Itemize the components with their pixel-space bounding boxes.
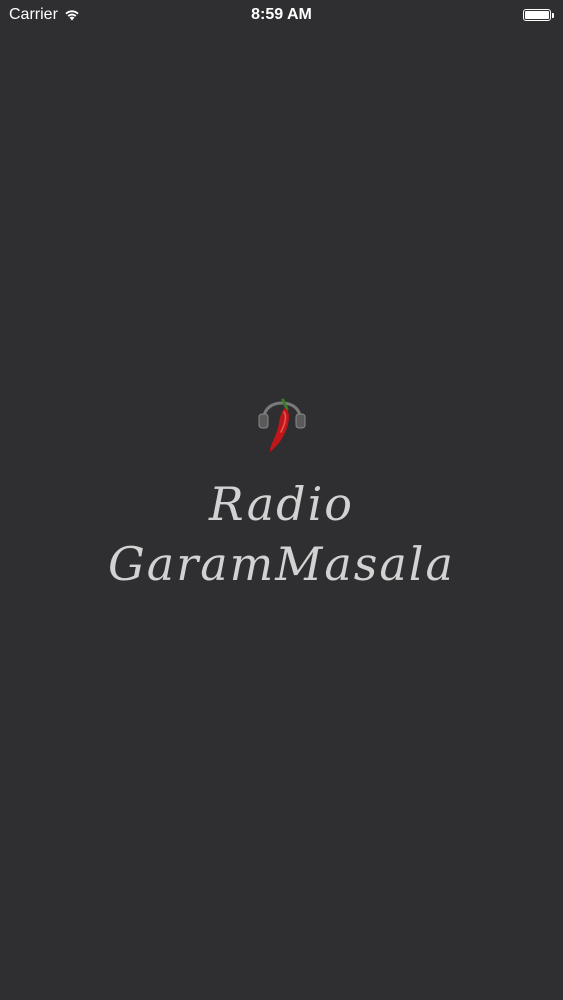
app-title-line2: GaramMasala bbox=[108, 537, 455, 591]
status-bar: Carrier 8:59 AM bbox=[0, 0, 563, 30]
battery-fill bbox=[525, 11, 549, 19]
status-time: 8:59 AM bbox=[251, 6, 312, 23]
app-title: Radio GaramMasala bbox=[108, 474, 455, 594]
app-title-line1: Radio bbox=[209, 477, 354, 531]
battery-icon bbox=[523, 9, 551, 21]
battery-tip bbox=[552, 12, 554, 18]
status-right bbox=[523, 6, 554, 24]
chili-headphones-icon bbox=[258, 398, 305, 452]
splash-content: Radio GaramMasala bbox=[0, 390, 563, 594]
